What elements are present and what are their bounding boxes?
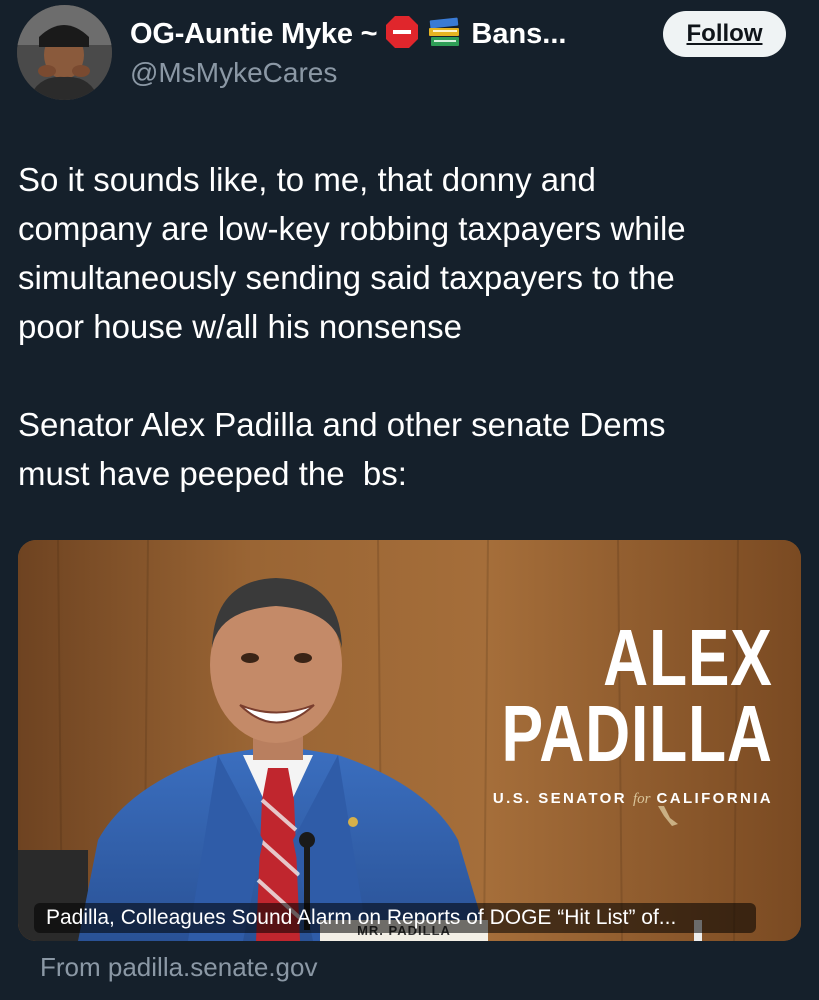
follow-button[interactable]: Follow bbox=[663, 11, 786, 57]
avatar-image bbox=[17, 5, 112, 100]
brand-subtitle-left: U.S. SENATOR bbox=[492, 790, 627, 807]
display-name-truncated[interactable]: Bans... bbox=[471, 18, 566, 51]
brand-subtitle-for: for bbox=[632, 791, 651, 807]
books-icon bbox=[427, 15, 463, 54]
brand-first-name: ALEX bbox=[603, 613, 773, 702]
display-name[interactable]: OG-Auntie Myke ~ bbox=[130, 18, 378, 51]
link-card-image[interactable]: ALEX PADILLA U.S. SENATORforCALIFORNIA M… bbox=[18, 540, 801, 941]
link-card-title[interactable]: Padilla, Colleagues Sound Alarm on Repor… bbox=[34, 903, 756, 933]
brand-last-name: PADILLA bbox=[501, 689, 773, 778]
brand-subtitle: U.S. SENATOR for CALIFORNIA bbox=[425, 790, 773, 808]
padilla-brand: ALEX PADILLA U.S. SENATOR for CALIFORNIA bbox=[425, 613, 773, 808]
tweet-text: So it sounds like, to me, that donny and… bbox=[18, 161, 686, 492]
brand-subtitle-right: CALIFORNIA bbox=[656, 790, 773, 807]
avatar[interactable] bbox=[17, 5, 112, 100]
display-name-row[interactable]: OG-Auntie Myke ~ Bans... bbox=[130, 14, 566, 54]
tweet-header: OG-Auntie Myke ~ Bans... @MsMykeCares Fo… bbox=[0, 0, 819, 110]
stop-sign-icon bbox=[385, 15, 419, 54]
user-handle[interactable]: @MsMykeCares bbox=[130, 57, 337, 89]
link-source[interactable]: From padilla.senate.gov bbox=[40, 952, 317, 983]
